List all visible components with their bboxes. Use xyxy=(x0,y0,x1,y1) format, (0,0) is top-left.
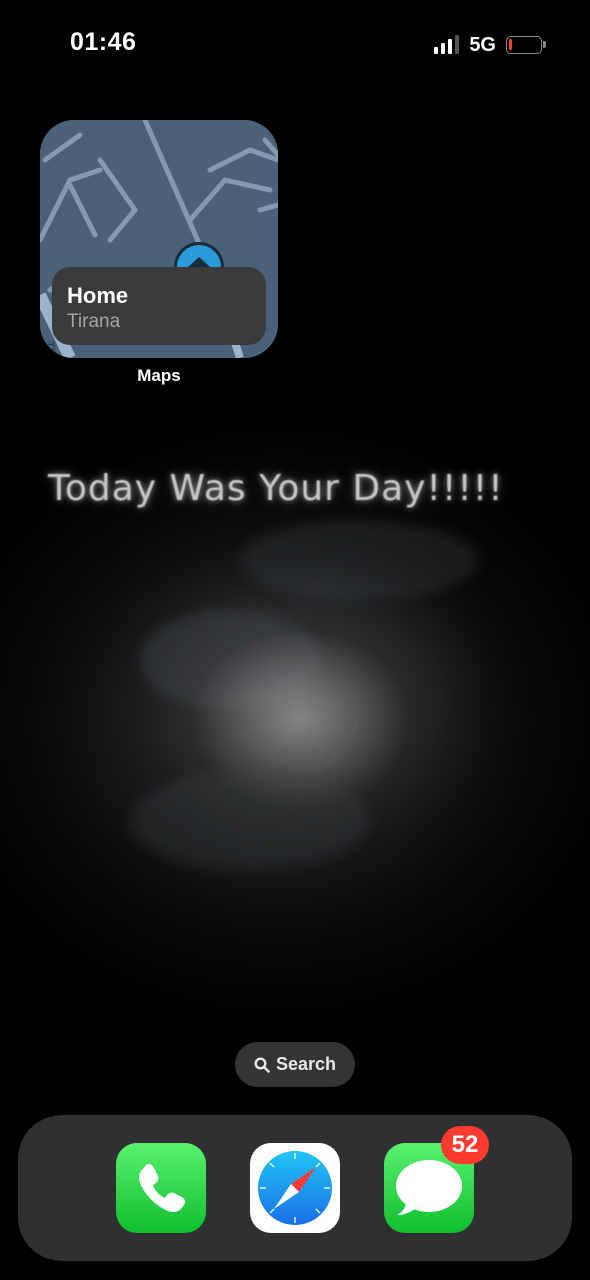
search-button[interactable]: Search xyxy=(235,1042,355,1087)
status-time: 01:46 xyxy=(70,28,137,56)
battery-level-fill xyxy=(509,39,512,50)
magnifying-glass-icon xyxy=(254,1056,270,1073)
widget-title: Home xyxy=(67,283,129,308)
network-type: 5G xyxy=(469,33,496,56)
home-screen: Today Was Your Day!!!!! 01:46 5G TIRAN H… xyxy=(0,0,590,1280)
phone-handset-icon xyxy=(138,1164,186,1213)
compass-icon xyxy=(258,1151,332,1225)
messages-unread-badge: 52 xyxy=(441,1126,489,1164)
widget-app-label: Maps xyxy=(137,366,181,385)
cellular-signal-icon xyxy=(434,35,460,54)
widget-subtitle: Tirana xyxy=(67,311,121,332)
wallpaper-caption: Today Was Your Day!!!!! xyxy=(48,468,504,509)
maps-widget[interactable]: TIRAN Home Tirana xyxy=(40,120,278,358)
search-label: Search xyxy=(275,1054,337,1074)
status-indicators: 5G xyxy=(434,32,546,58)
widget-destination-card: Home Tirana xyxy=(52,267,266,345)
phone-app-icon[interactable] xyxy=(116,1143,206,1233)
safari-app-icon[interactable] xyxy=(250,1143,340,1233)
battery-icon xyxy=(506,36,546,54)
